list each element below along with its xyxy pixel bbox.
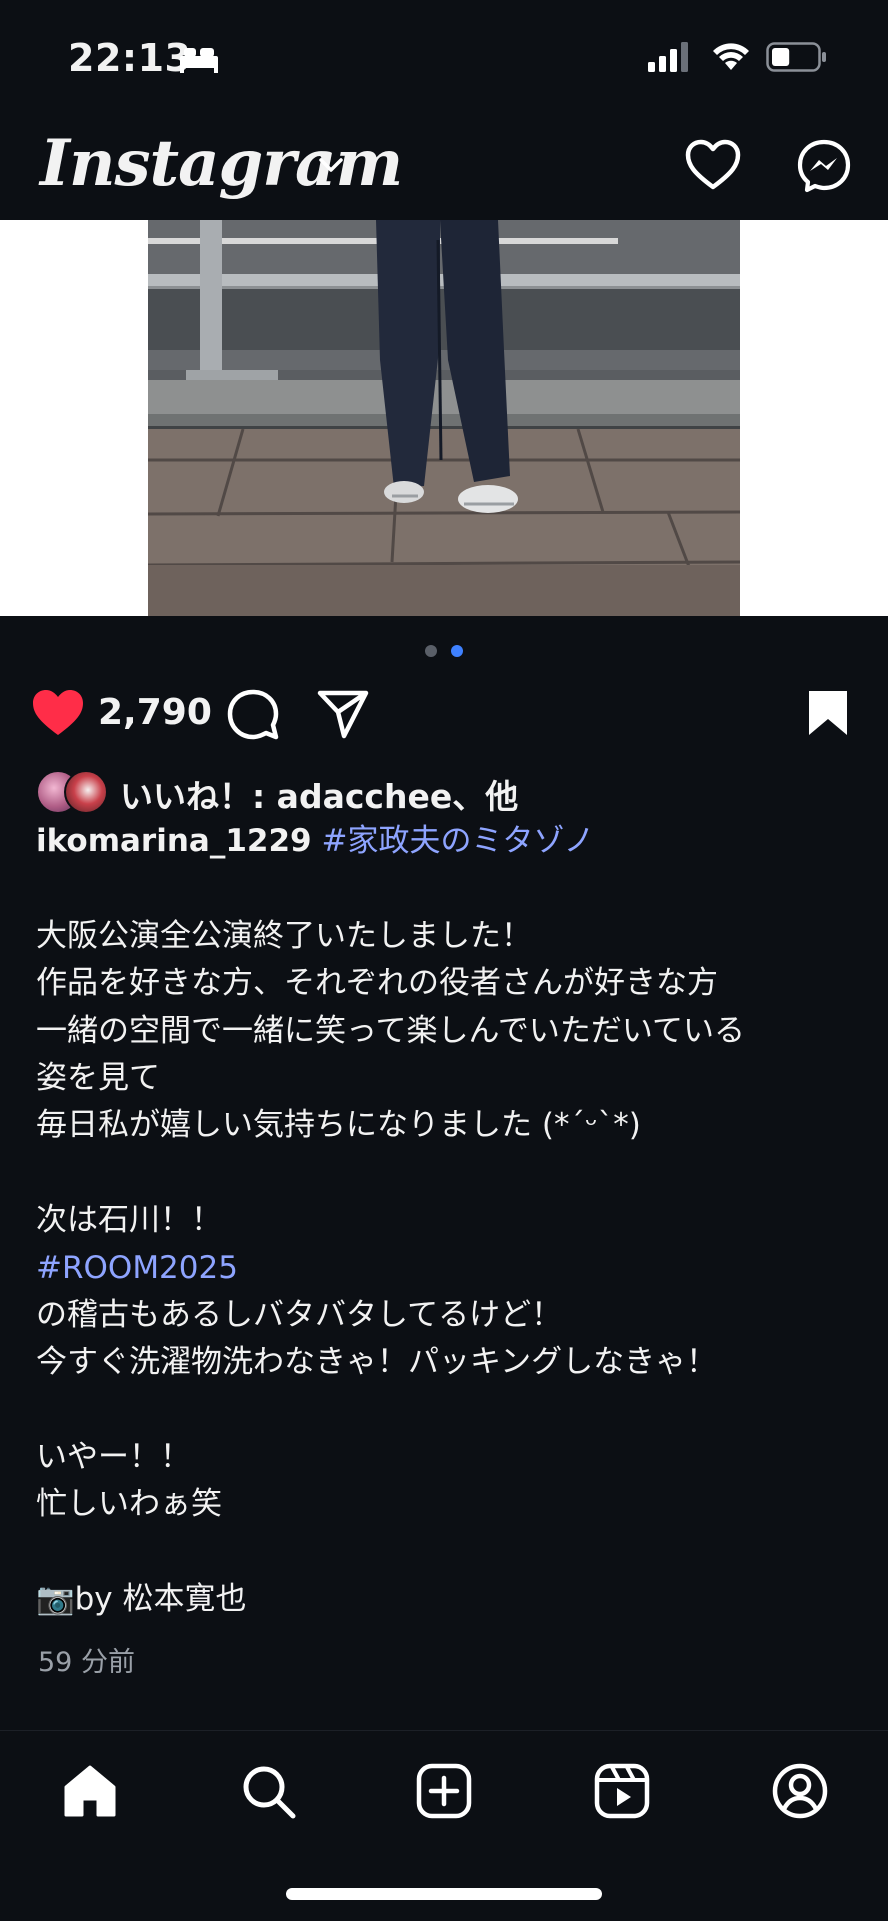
carousel-indicator xyxy=(0,642,888,658)
battery-icon xyxy=(766,42,826,72)
like-count[interactable]: 2,790 xyxy=(98,692,212,733)
caption-line: いやー！！ xyxy=(36,1439,191,1476)
post-timestamp: 59 分前 xyxy=(38,1647,135,1678)
post-action-row: 2,790 xyxy=(0,680,888,746)
chevron-down-icon[interactable] xyxy=(318,156,344,174)
home-indicator[interactable] xyxy=(286,1888,602,1900)
like-heart-icon[interactable] xyxy=(30,688,86,738)
author-username[interactable]: ikomarina_1229 xyxy=(36,823,312,859)
post-caption: ikomarina_1229 #家政夫のミタゾノ 大阪公演全公演終了いたしました… xyxy=(36,818,856,1624)
caption-credit-line: 📷by 松本寛也 xyxy=(36,1576,856,1623)
profile-icon[interactable] xyxy=(770,1761,830,1821)
post-photo-area[interactable] xyxy=(0,220,888,616)
likes-summary[interactable]: いいね！: adacchee、他 xyxy=(36,768,856,816)
search-icon[interactable] xyxy=(238,1761,298,1821)
notifications-heart-icon[interactable] xyxy=(684,138,742,192)
status-time: 22:13 xyxy=(68,36,192,80)
share-send-icon[interactable] xyxy=(316,688,370,740)
caption-line: 一緒の空間で一緒に笑って楽しんでいただいている xyxy=(36,1012,745,1049)
wifi-icon xyxy=(713,43,749,70)
liker-avatar[interactable] xyxy=(64,770,108,814)
signal-icon xyxy=(648,42,688,72)
hashtag-link[interactable]: #ROOM2025 xyxy=(36,1245,856,1292)
caption-line: 姿を見て xyxy=(36,1059,160,1096)
caption-first-line: ikomarina_1229 #家政夫のミタゾノ xyxy=(36,818,856,865)
bookmark-icon[interactable] xyxy=(806,688,850,738)
caption-line: の稽古もあるしバタバタしてるけど！ xyxy=(36,1296,563,1333)
instagram-logo[interactable]: Instagram xyxy=(40,126,403,201)
create-post-icon[interactable] xyxy=(414,1761,474,1821)
comment-icon[interactable] xyxy=(226,688,280,742)
reels-icon[interactable] xyxy=(592,1761,652,1821)
messenger-icon[interactable] xyxy=(796,138,852,194)
caption-line: 今すぐ洗濯物洗わなきゃ！パッキングしなきゃ！ xyxy=(36,1344,718,1381)
hashtag-link[interactable]: #家政夫のミタゾノ xyxy=(321,823,594,859)
carousel-dot-1 xyxy=(425,645,438,657)
carousel-dot-2 xyxy=(450,645,463,657)
post-photo[interactable] xyxy=(148,220,740,616)
camera-emoji: 📷 xyxy=(36,1581,75,1618)
likes-text[interactable]: いいね！: adacchee、他 xyxy=(120,770,518,818)
caption-line: 忙しいわぁ笑 xyxy=(36,1486,222,1523)
caption-credit-text: by 松本寛也 xyxy=(74,1581,247,1618)
status-bar: 22:13 xyxy=(0,0,888,120)
caption-line: 毎日私が嬉しい気持ちになりました (*´ᵕ`*) xyxy=(36,1107,641,1144)
caption-line: 作品を好きな方、それぞれの役者さんが好きな方 xyxy=(36,965,718,1002)
app-header: Instagram xyxy=(0,120,888,220)
caption-line: 次は石川！！ xyxy=(36,1202,222,1239)
bed-icon xyxy=(180,48,218,73)
caption-line: 大阪公演全公演終了いたしました！ xyxy=(36,917,532,954)
home-icon[interactable] xyxy=(60,1761,120,1821)
